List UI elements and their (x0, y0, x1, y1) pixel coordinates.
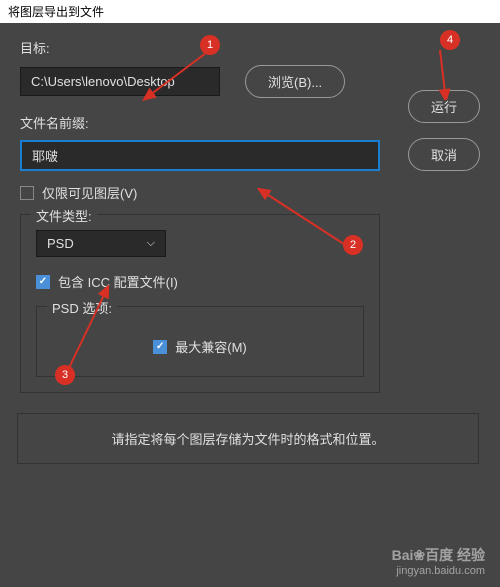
annotation-marker-1: 1 (200, 35, 220, 55)
browse-button[interactable]: 浏览(B)... (245, 65, 345, 98)
window-title-bar: 将图层导出到文件 (0, 0, 500, 23)
window-title: 将图层导出到文件 (8, 5, 104, 19)
file-type-select[interactable]: PSD (36, 230, 166, 257)
prefix-input[interactable] (20, 140, 380, 171)
max-compat-label: 最大兼容(M) (175, 337, 247, 356)
annotation-arrow-3 (60, 285, 130, 375)
annotation-arrow-4 (425, 45, 465, 100)
watermark-logo: Bai❀百度 经验 (392, 545, 485, 565)
info-box: 请指定将每个图层存储为文件时的格式和位置。 (17, 413, 479, 464)
max-compat-checkbox[interactable] (153, 340, 167, 354)
info-text: 请指定将每个图层存储为文件时的格式和位置。 (111, 432, 384, 447)
annotation-arrow-2 (255, 188, 355, 258)
cancel-button[interactable]: 取消 (408, 138, 480, 171)
watermark-url: jingyan.baidu.com (392, 565, 485, 577)
icc-checkbox[interactable] (36, 275, 50, 289)
annotation-marker-2: 2 (343, 235, 363, 255)
annotation-marker-3: 3 (55, 365, 75, 385)
visible-only-checkbox[interactable] (20, 186, 34, 200)
visible-only-label: 仅限可见图层(V) (42, 183, 137, 202)
target-label: 目标: (20, 38, 480, 57)
file-type-label: 文件类型: (31, 206, 97, 225)
watermark: Bai❀百度 经验 jingyan.baidu.com (392, 545, 485, 577)
annotation-marker-4: 4 (440, 30, 460, 50)
